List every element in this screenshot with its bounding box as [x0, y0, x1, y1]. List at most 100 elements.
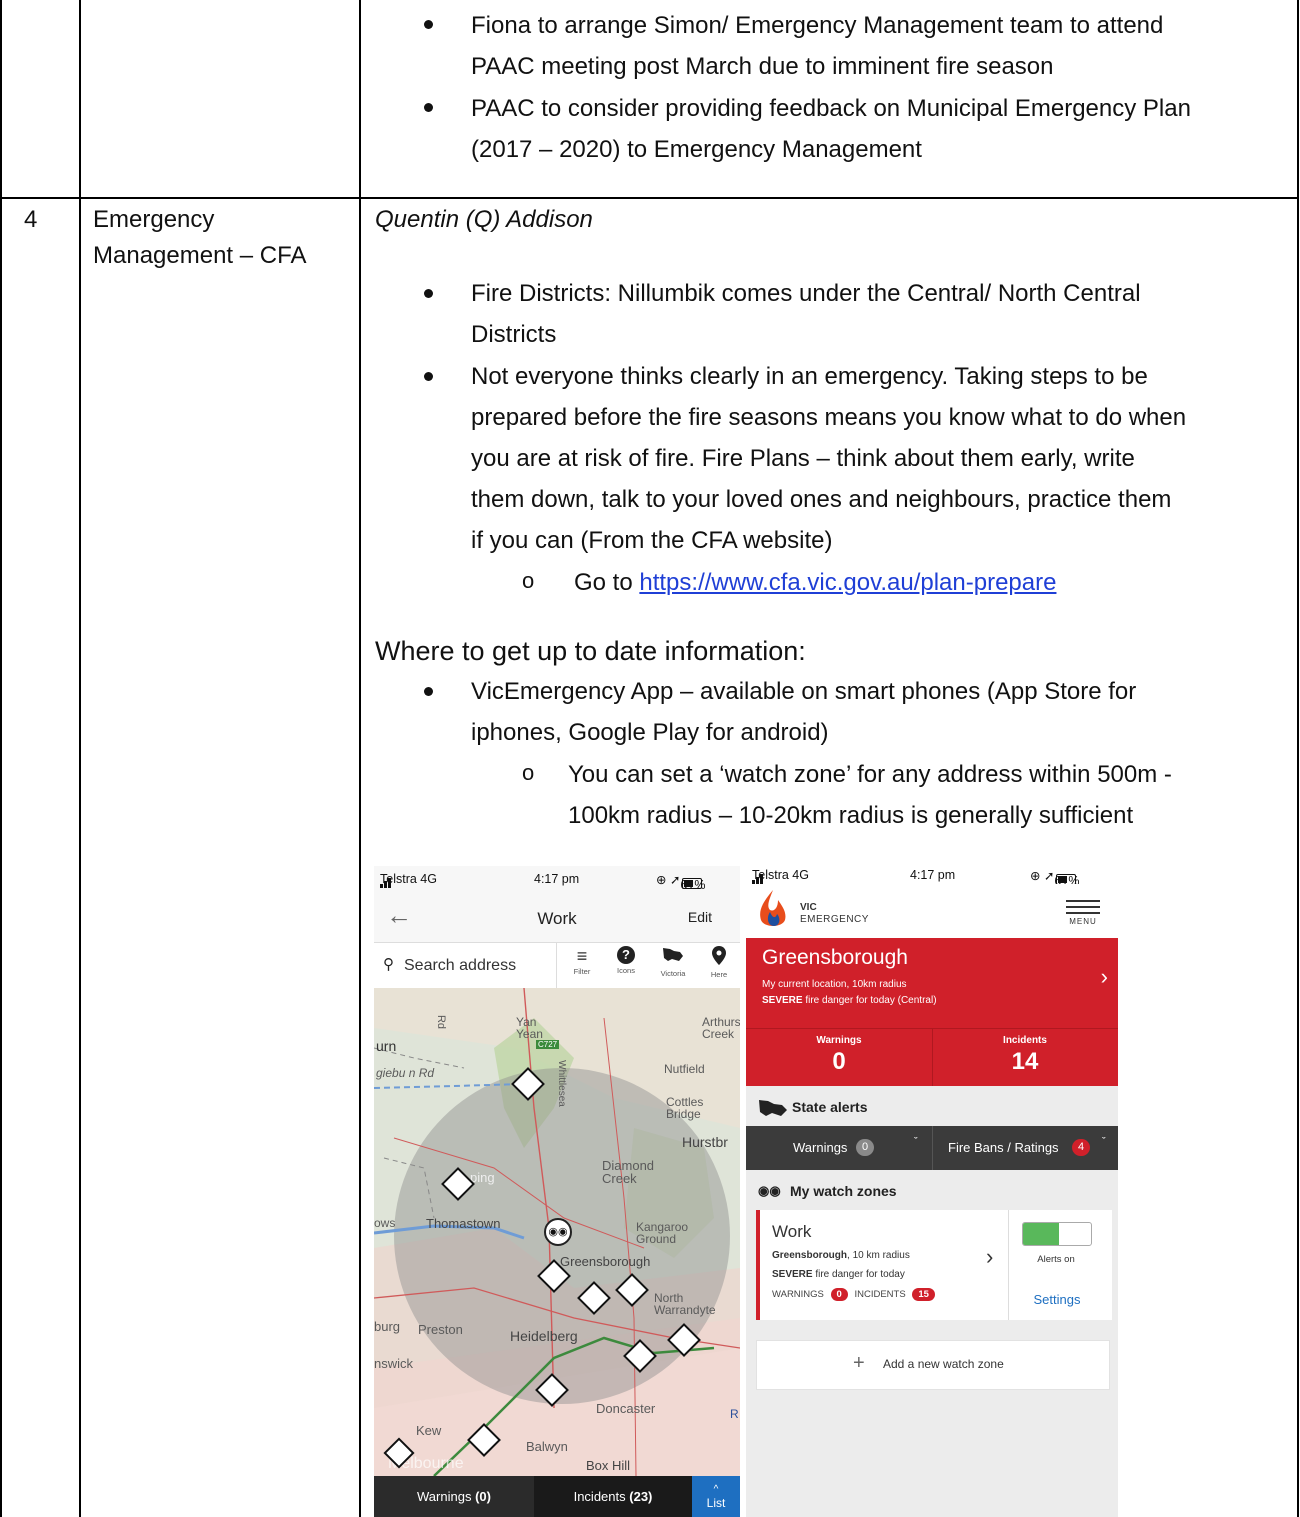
warnings-tab[interactable]: Warnings (0)	[374, 1476, 534, 1517]
here-label: Here	[710, 970, 728, 979]
fire-danger-text: SEVERE fire danger for today (Central)	[762, 995, 937, 1006]
alerts-toggle[interactable]	[1022, 1222, 1092, 1246]
icons-tool[interactable]: ? Icons	[610, 946, 642, 975]
cfa-plan-prepare-link[interactable]: https://www.cfa.vic.gov.au/plan-prepare	[639, 569, 1056, 596]
bullet-line: PAAC meeting post March due to imminent …	[471, 53, 1054, 80]
search-placeholder: Search address	[404, 957, 517, 974]
table-border-right	[1297, 0, 1299, 1517]
warnings-summary-value: 0	[832, 1048, 846, 1075]
search-input[interactable]: ⚲ Search address	[374, 943, 557, 989]
document-page: Fiona to arrange Simon/ Emergency Manage…	[0, 0, 1300, 1517]
watch-zone-card[interactable]: Work Greensborough, 10 km radius SEVERE …	[756, 1210, 1112, 1320]
list-label: List	[706, 1496, 726, 1510]
warnings-dropdown[interactable]: Warnings 0 ˇ	[746, 1126, 933, 1170]
bullet-line: Districts	[471, 321, 557, 348]
filter-icon: ≡	[576, 946, 588, 966]
vicemergency-flame-logo-icon	[760, 890, 786, 926]
brand-bottom: EMERGENCY	[800, 914, 869, 925]
incidents-tab-label: Incidents	[573, 1489, 626, 1504]
row-topic: Emergency	[93, 206, 215, 233]
help-icon: ?	[617, 946, 635, 964]
vicemergency-app-screenshot: Telstra 4G 4:17 pm ⊕ ➚ 61% VIC EMERGENCY…	[746, 862, 1118, 1517]
map-label: Heidelberg	[510, 1328, 578, 1344]
incidents-tab[interactable]: Incidents (23)	[534, 1476, 692, 1517]
fire-danger-detail: fire danger for today (Central)	[802, 995, 937, 1006]
map-view[interactable]: Yan Yean Arthurs Creek Nutfield Cottles …	[374, 988, 740, 1476]
warnings-summary[interactable]: Warnings 0	[746, 1029, 933, 1087]
watch-zone-place: Greensborough	[772, 1250, 848, 1261]
bullet-line: Fiona to arrange Simon/ Emergency Manage…	[471, 12, 1164, 39]
map-label: ows	[374, 1216, 396, 1230]
map-label: Kangaroo Ground	[636, 1220, 689, 1246]
battery-status: ⊕ ➚ 61%	[1030, 869, 1080, 888]
battery-icon	[682, 878, 703, 889]
map-label: Box Hill	[586, 1458, 631, 1473]
row-number: 4	[24, 206, 38, 233]
state-alerts-header: State alerts	[746, 1086, 1118, 1126]
bullet-line: prepared before the fire seasons means y…	[471, 404, 1187, 431]
status-bar: Telstra 4G 4:17 pm ⊕ ➚ 61%	[374, 866, 740, 892]
watch-zone-location: Greensborough, 10 km radius	[772, 1250, 910, 1261]
chevron-right-icon: ›	[986, 1244, 994, 1269]
here-tool[interactable]: Here	[704, 946, 734, 979]
icons-label: Icons	[617, 966, 635, 975]
goto-prefix: Go to	[574, 569, 640, 596]
signal-icon	[380, 878, 394, 888]
menu-button[interactable]: MENU	[1066, 900, 1100, 926]
incidents-summary[interactable]: Incidents 14	[932, 1029, 1118, 1087]
map-label: Nutfield	[664, 1062, 705, 1076]
state-alerts-tabs: Warnings 0 ˇ Fire Bans / Ratings 4 ˇ	[746, 1126, 1118, 1170]
edit-button[interactable]: Edit	[688, 909, 712, 925]
goto-text: Go to https://www.cfa.vic.gov.au/plan-pr…	[574, 562, 1056, 603]
map-label: Yan Yean	[516, 1015, 543, 1041]
add-watch-zone-button[interactable]: + Add a new watch zone	[756, 1340, 1110, 1390]
victoria-label: Victoria	[660, 969, 686, 978]
sub-bullet-circle: o	[522, 568, 535, 593]
warnings-summary-label: Warnings	[816, 1035, 862, 1046]
fire-danger-level: SEVERE	[762, 995, 803, 1006]
zone-card-divider	[1008, 1210, 1009, 1320]
bullet-line: them down, talk to your loved ones and n…	[471, 486, 1172, 513]
chevron-right-icon: ›	[1100, 964, 1108, 989]
table-border-col1	[79, 0, 81, 1517]
victoria-tool[interactable]: Victoria	[656, 946, 690, 978]
signal-icon	[752, 874, 766, 884]
clock: 4:17 pm	[534, 872, 580, 886]
chevron-down-icon: ˇ	[914, 1136, 918, 1148]
map-label: urn	[376, 1038, 397, 1054]
plus-icon: +	[853, 1352, 865, 1374]
alerts-on-label: Alerts on	[1037, 1254, 1075, 1265]
map-label: Kew	[416, 1423, 442, 1438]
incidents-summary-value: 14	[1011, 1048, 1039, 1075]
fire-bans-dropdown[interactable]: Fire Bans / Ratings 4 ˇ	[932, 1126, 1118, 1170]
incidents-tab-count: (23)	[629, 1489, 653, 1504]
battery-status: ⊕ ➚ 61%	[656, 873, 706, 892]
bullet-line: (2017 – 2020) to Emergency Management	[471, 136, 922, 163]
bullet-dot	[424, 289, 433, 298]
filter-tool[interactable]: ≡ Filter	[566, 946, 598, 976]
brand-top: VIC	[800, 902, 817, 913]
vicemergency-map-screenshot: Telstra 4G 4:17 pm ⊕ ➚ 61% ← Work Edit ⚲…	[374, 866, 740, 1517]
road-shield: C727	[536, 1040, 560, 1049]
warnings-dropdown-count: 0	[856, 1139, 875, 1156]
warnings-dropdown-label: Warnings	[793, 1140, 848, 1155]
app-header: VIC EMERGENCY MENU	[746, 884, 1118, 938]
settings-link[interactable]: Settings	[1012, 1292, 1102, 1307]
bullet-dot	[424, 372, 433, 381]
bullet-line: iphones, Google Play for android)	[471, 719, 829, 746]
map-label: R	[730, 1407, 739, 1421]
location-banner[interactable]: Greensborough My current location, 10km …	[746, 938, 1118, 1028]
state-alerts-title: State alerts	[792, 1099, 868, 1115]
watch-zone-binoculars-icon[interactable]: ◉◉	[544, 1218, 572, 1246]
bullet-line: Fire Districts: Nillumbik comes under th…	[471, 280, 1141, 307]
nav-bar: ← Work Edit	[374, 894, 740, 940]
table-border-col2	[359, 0, 361, 1517]
list-button[interactable]: ^ List	[692, 1476, 740, 1517]
info-heading: Where to get up to date information:	[375, 636, 806, 666]
map-label: Arthurs Creek	[702, 1015, 740, 1041]
watch-zone-counts: WARNINGS 0 INCIDENTS 15	[772, 1288, 935, 1301]
zone-incidents-label: INCIDENTS	[854, 1289, 906, 1300]
filter-label: Filter	[573, 967, 591, 976]
watch-zone-danger-level: SEVERE	[772, 1269, 813, 1280]
victoria-map-icon	[663, 948, 683, 961]
